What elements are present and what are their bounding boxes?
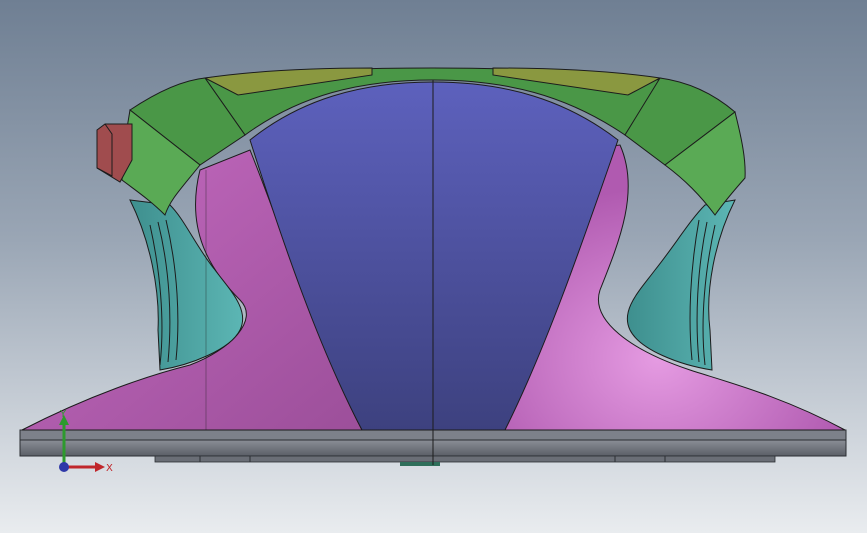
y-axis-label: Y	[59, 409, 67, 420]
3d-model-view[interactable]	[0, 0, 867, 533]
graphics-viewport[interactable]: Y X	[0, 0, 867, 533]
right-recess-face[interactable]	[626, 199, 736, 371]
coordinate-triad: Y X	[59, 409, 113, 474]
x-axis-label: X	[106, 463, 113, 474]
z-axis-icon	[59, 462, 69, 472]
